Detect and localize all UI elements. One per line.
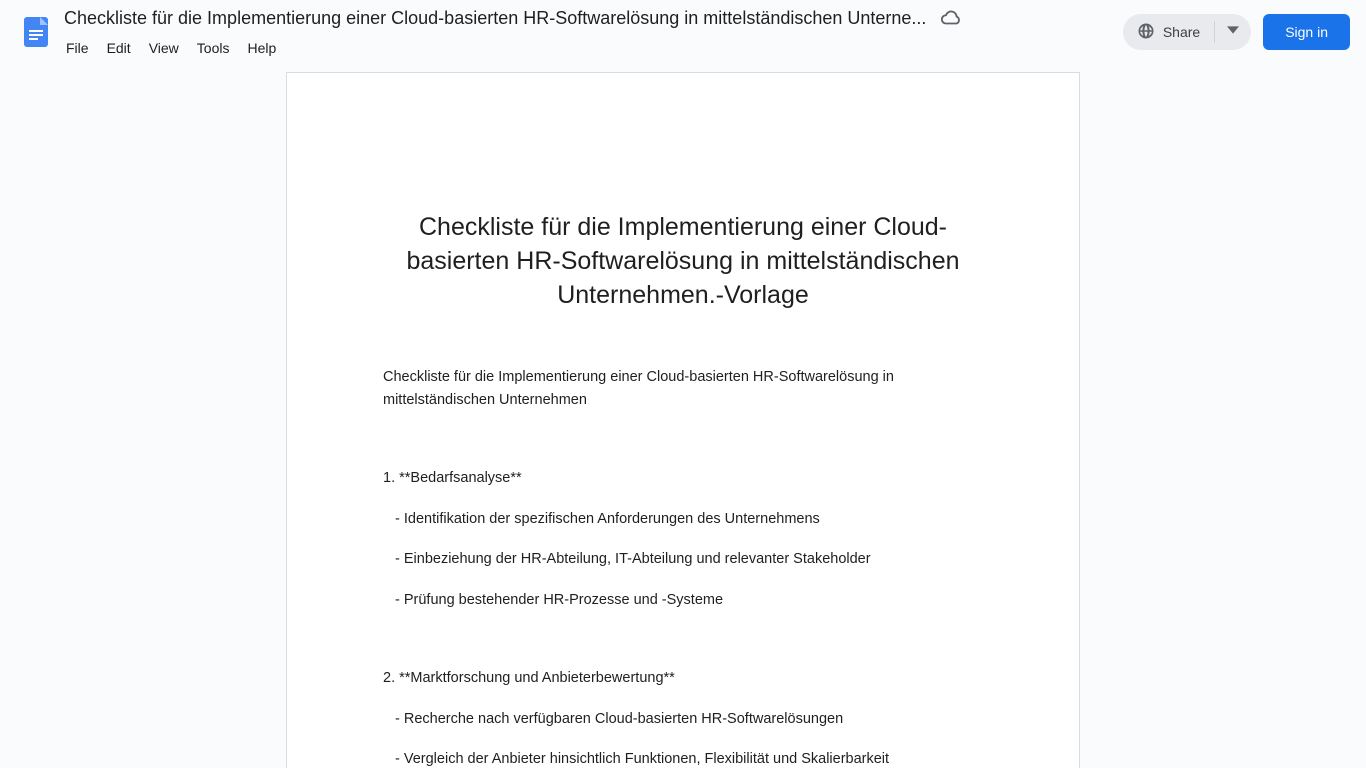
list-item: - Recherche nach verfügbaren Cloud-basie… (383, 708, 983, 730)
share-button-group: Share (1123, 14, 1251, 50)
section-heading: 1. **Bedarfsanalyse** (383, 467, 983, 489)
list-item: - Vergleich der Anbieter hinsichtlich Fu… (383, 748, 983, 768)
title-area: Checkliste für die Implementierung einer… (64, 4, 962, 60)
intro-paragraph: Checkliste für die Implementierung einer… (383, 366, 983, 411)
title-row: Checkliste für die Implementierung einer… (64, 4, 962, 32)
document-page: Checkliste für die Implementierung einer… (286, 72, 1080, 768)
sign-in-button[interactable]: Sign in (1263, 14, 1350, 50)
share-button[interactable]: Share (1123, 22, 1214, 43)
menu-file[interactable]: File (64, 38, 97, 58)
list-item: - Einbeziehung der HR-Abteilung, IT-Abte… (383, 548, 983, 570)
document-title[interactable]: Checkliste für die Implementierung einer… (64, 8, 926, 29)
menu-tools[interactable]: Tools (189, 38, 238, 58)
section-heading: 2. **Marktforschung und Anbieterbewertun… (383, 667, 983, 689)
caret-down-icon (1227, 23, 1239, 41)
menu-view[interactable]: View (141, 38, 187, 58)
share-label: Share (1163, 24, 1200, 40)
menu-bar: File Edit View Tools Help (64, 36, 962, 60)
globe-icon (1137, 22, 1155, 43)
share-dropdown-button[interactable] (1215, 23, 1251, 41)
cloud-saved-icon[interactable] (940, 7, 962, 29)
page-title: Checkliste für die Implementierung einer… (383, 211, 983, 312)
menu-help[interactable]: Help (239, 38, 284, 58)
document-canvas[interactable]: Checkliste für die Implementierung einer… (0, 64, 1366, 768)
app-header: Checkliste für die Implementierung einer… (0, 0, 1366, 64)
page-body: Checkliste für die Implementierung einer… (383, 366, 983, 768)
docs-logo-icon[interactable] (16, 12, 56, 52)
menu-edit[interactable]: Edit (99, 38, 139, 58)
list-item: - Identifikation der spezifischen Anford… (383, 508, 983, 530)
list-item: - Prüfung bestehender HR-Prozesse und -S… (383, 589, 983, 611)
